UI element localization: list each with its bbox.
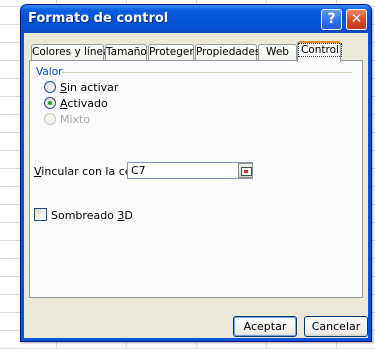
tab-propiedades[interactable]: Propiedades — [195, 44, 260, 61]
ok-button[interactable]: Aceptar — [233, 316, 297, 337]
cancel-button[interactable]: Cancelar — [304, 316, 368, 337]
tab-control[interactable]: Control — [297, 41, 342, 62]
tab-colores-y-lineas[interactable]: Colores y líneas — [31, 44, 115, 61]
tab-tamano[interactable]: Tamaño — [105, 44, 147, 61]
dialog-body: Colores y líneas Tamaño Proteger Propied… — [24, 33, 368, 338]
tab-strip: Colores y líneas Tamaño Proteger Propied… — [29, 41, 363, 62]
dialog-title-bar[interactable]: Formato de control ? ✕ — [21, 5, 371, 33]
help-icon: ? — [327, 11, 336, 27]
checkbox-unchecked-icon — [34, 208, 47, 221]
radio-sin-activar[interactable]: Sin activar — [44, 81, 118, 95]
cell-link-input[interactable]: C7 — [127, 162, 253, 179]
shading-3d-checkbox[interactable]: Sombreado 3D — [34, 208, 133, 222]
radio-checked-icon — [44, 97, 56, 109]
group-divider — [62, 72, 352, 73]
help-button[interactable]: ? — [321, 9, 342, 30]
radio-disabled-icon — [44, 113, 56, 125]
radio-unchecked-icon — [44, 81, 56, 93]
tab-web[interactable]: Web — [258, 44, 297, 61]
collapse-dialog-icon[interactable] — [238, 163, 253, 178]
format-control-dialog: Formato de control ? ✕ Colores y líneas … — [20, 4, 372, 342]
close-icon: ✕ — [350, 11, 363, 27]
tab-proteger[interactable]: Proteger — [148, 44, 194, 61]
dialog-title: Formato de control — [28, 11, 169, 26]
close-button[interactable]: ✕ — [346, 9, 367, 30]
radio-mixto[interactable]: Mixto — [44, 113, 90, 127]
control-tab-panel: Valor Sin activar Activado Mixto Vincula… — [29, 60, 363, 298]
radio-activado[interactable]: Activado — [44, 97, 108, 111]
